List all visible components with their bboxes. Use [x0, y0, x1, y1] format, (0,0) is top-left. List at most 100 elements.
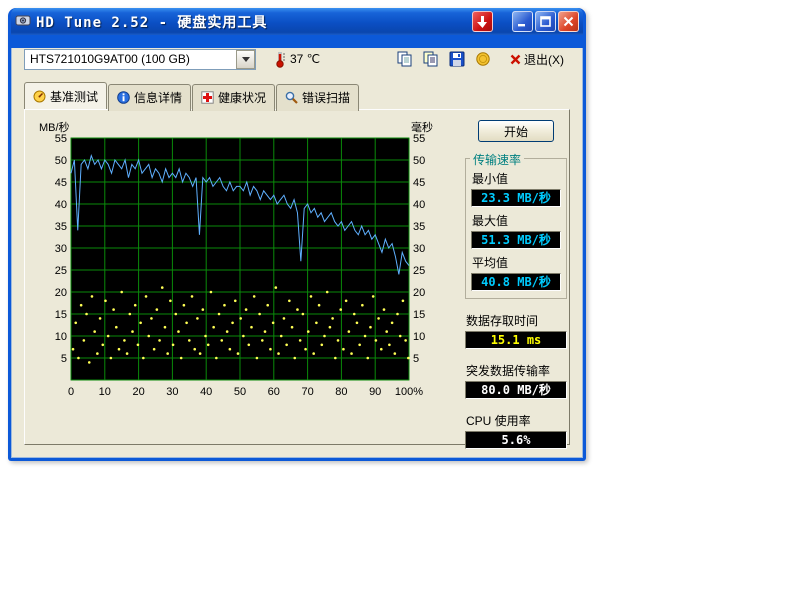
- svg-text:10: 10: [99, 386, 111, 398]
- copy-screenshot-button[interactable]: [393, 48, 417, 70]
- tab-health-label: 健康状况: [218, 89, 266, 106]
- thermometer-icon: [274, 50, 286, 68]
- update-download-button[interactable]: [472, 11, 493, 32]
- svg-text:50: 50: [413, 155, 425, 167]
- svg-text:80: 80: [335, 386, 347, 398]
- drive-select-value: HTS721010G9AT00 (100 GB): [30, 52, 236, 66]
- svg-text:MB/秒: MB/秒: [39, 120, 70, 134]
- benchmark-panel: 5555505045454040353530302525202015151010…: [24, 109, 570, 445]
- svg-text:20: 20: [55, 287, 67, 299]
- svg-text:40: 40: [200, 386, 212, 398]
- svg-text:30: 30: [55, 243, 67, 255]
- svg-text:25: 25: [55, 265, 67, 277]
- copy-text-button[interactable]: [419, 48, 443, 70]
- burst-rate-value: 80.0 MB/秒: [465, 381, 567, 399]
- tab-strip: 基准测试 信息详情 健康状况 错误扫描: [24, 82, 582, 109]
- benchmark-chart: 5555505045454040353530302525202015151010…: [33, 118, 457, 410]
- window-controls: [512, 11, 579, 32]
- svg-text:20: 20: [132, 386, 144, 398]
- svg-text:20: 20: [413, 287, 425, 299]
- access-time-value: 15.1 ms: [465, 331, 567, 349]
- access-time-label: 数据存取时间: [466, 312, 567, 329]
- svg-text:10: 10: [55, 331, 67, 343]
- maximize-icon: [540, 16, 551, 27]
- close-icon: [563, 16, 574, 27]
- cpu-usage-value: 5.6%: [465, 431, 567, 449]
- client-area: HTS721010G9AT00 (100 GB) 37 ℃: [11, 48, 583, 458]
- save-screenshot-button[interactable]: [445, 48, 469, 70]
- svg-text:35: 35: [413, 221, 425, 233]
- results-column: 开始 传输速率 最小值 23.3 MB/秒 最大值 51.3 MB/秒 平均值 …: [465, 114, 567, 454]
- exit-button[interactable]: 退出(X): [504, 50, 570, 69]
- max-value: 51.3 MB/秒: [471, 231, 561, 249]
- svg-text:70: 70: [301, 386, 313, 398]
- save-floppy-icon: [449, 51, 465, 67]
- svg-text:45: 45: [413, 177, 425, 189]
- maximize-button[interactable]: [535, 11, 556, 32]
- svg-text:0: 0: [68, 386, 74, 398]
- minimize-button[interactable]: [512, 11, 533, 32]
- avg-value: 40.8 MB/秒: [471, 273, 561, 291]
- benchmark-gauge-icon: [33, 90, 46, 103]
- svg-text:35: 35: [55, 221, 67, 233]
- drive-select-dropdown[interactable]: HTS721010G9AT00 (100 GB): [24, 49, 256, 70]
- down-arrow-icon: [477, 16, 488, 28]
- svg-text:毫秒: 毫秒: [411, 120, 433, 134]
- transfer-rate-title: 传输速率: [470, 151, 524, 168]
- svg-text:50: 50: [234, 386, 246, 398]
- start-button[interactable]: 开始: [478, 120, 554, 142]
- svg-text:15: 15: [55, 309, 67, 321]
- svg-text:50: 50: [55, 155, 67, 167]
- svg-text:90: 90: [369, 386, 381, 398]
- svg-text:30: 30: [166, 386, 178, 398]
- tab-benchmark[interactable]: 基准测试: [24, 82, 107, 109]
- svg-text:55: 55: [413, 133, 425, 145]
- tab-benchmark-label: 基准测试: [50, 88, 98, 105]
- svg-text:10: 10: [413, 331, 425, 343]
- chevron-down-icon[interactable]: [236, 50, 255, 69]
- svg-text:100%: 100%: [395, 386, 423, 398]
- minimize-icon: [517, 16, 528, 27]
- app-icon: [15, 12, 31, 31]
- copy-text-icon: [423, 51, 439, 67]
- min-label: 最小值: [472, 170, 561, 187]
- svg-text:5: 5: [413, 353, 419, 365]
- cpu-usage-section: CPU 使用率 5.6%: [465, 412, 567, 449]
- exit-x-icon: [510, 54, 521, 65]
- temperature-value: 37 ℃: [290, 52, 320, 66]
- options-button[interactable]: [471, 48, 495, 70]
- tab-error-scan[interactable]: 错误扫描: [276, 84, 359, 111]
- tab-error-scan-label: 错误扫描: [302, 89, 350, 106]
- tab-info-label: 信息详情: [134, 89, 182, 106]
- desktop: HD Tune 2.52 - 硬盘实用工具 HTS7: [0, 0, 800, 600]
- burst-rate-label: 突发数据传输率: [466, 362, 567, 379]
- svg-text:60: 60: [268, 386, 280, 398]
- health-cross-icon: [201, 91, 214, 104]
- hdtune-window: HD Tune 2.52 - 硬盘实用工具 HTS7: [8, 8, 586, 461]
- svg-text:25: 25: [413, 265, 425, 277]
- svg-text:30: 30: [413, 243, 425, 255]
- cpu-usage-label: CPU 使用率: [466, 412, 567, 429]
- min-value: 23.3 MB/秒: [471, 189, 561, 207]
- titlebar: HD Tune 2.52 - 硬盘实用工具: [11, 8, 583, 35]
- transfer-rate-group: 传输速率 最小值 23.3 MB/秒 最大值 51.3 MB/秒 平均值 40.…: [465, 158, 567, 299]
- svg-text:45: 45: [55, 177, 67, 189]
- toolbar: HTS721010G9AT00 (100 GB) 37 ℃: [24, 48, 570, 70]
- magnifier-icon: [285, 91, 298, 104]
- access-time-section: 数据存取时间 15.1 ms: [465, 312, 567, 349]
- coin-icon: [475, 51, 491, 67]
- max-label: 最大值: [472, 212, 561, 229]
- info-icon: [117, 91, 130, 104]
- svg-text:40: 40: [55, 199, 67, 211]
- window-title: HD Tune 2.52 - 硬盘实用工具: [36, 12, 467, 32]
- copy-pages-icon: [397, 51, 413, 67]
- svg-text:55: 55: [55, 133, 67, 145]
- svg-text:5: 5: [61, 353, 67, 365]
- tab-health[interactable]: 健康状况: [192, 84, 275, 111]
- burst-rate-section: 突发数据传输率 80.0 MB/秒: [465, 362, 567, 399]
- tab-info[interactable]: 信息详情: [108, 84, 191, 111]
- avg-label: 平均值: [472, 254, 561, 271]
- svg-text:40: 40: [413, 199, 425, 211]
- close-button[interactable]: [558, 11, 579, 32]
- svg-text:15: 15: [413, 309, 425, 321]
